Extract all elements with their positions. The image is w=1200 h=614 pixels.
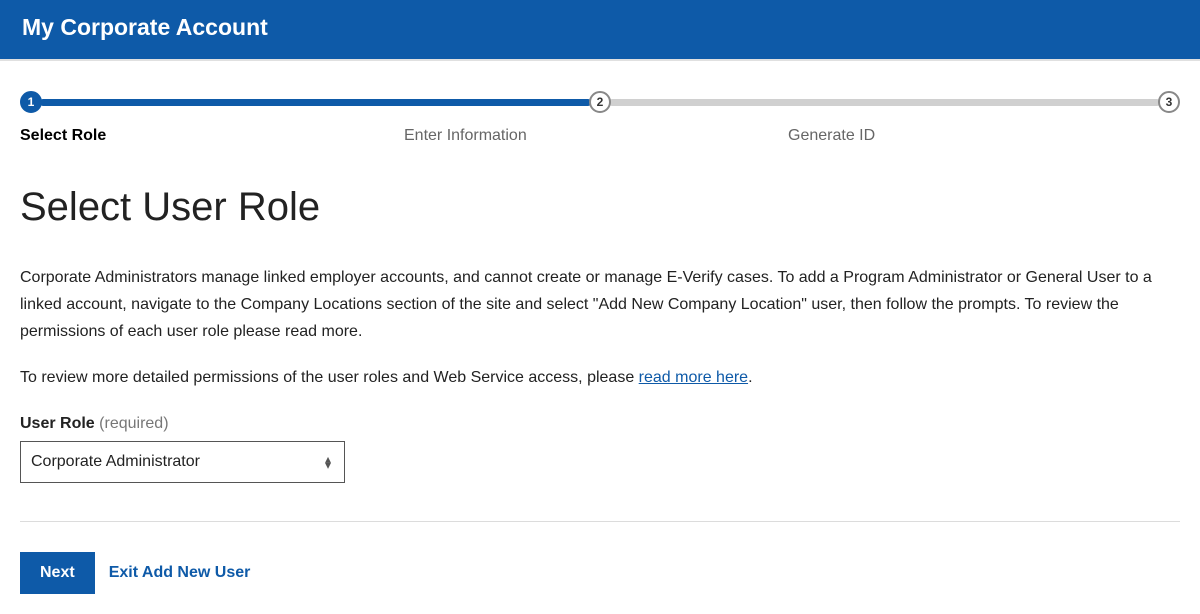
permissions-suffix: . <box>748 369 752 386</box>
main-content: 1 2 3 Select Role Enter Information Gene… <box>0 61 1200 614</box>
step-2-label: Enter Information <box>404 127 788 145</box>
progress-stepper: 1 2 3 <box>20 91 1180 113</box>
page-title: Select User Role <box>20 185 1180 230</box>
action-row: Next Exit Add New User <box>20 552 1180 594</box>
read-more-link[interactable]: read more here <box>639 369 748 386</box>
permissions-paragraph: To review more detailed permissions of t… <box>20 364 1180 391</box>
step-bar-1-2 <box>40 99 591 106</box>
step-2-circle: 2 <box>589 91 611 113</box>
step-1-num: 1 <box>28 95 35 109</box>
stepper-labels: Select Role Enter Information Generate I… <box>20 127 1180 145</box>
permissions-prefix: To review more detailed permissions of t… <box>20 369 639 386</box>
user-role-value: Corporate Administrator <box>31 453 200 471</box>
next-button[interactable]: Next <box>20 552 95 594</box>
exit-link[interactable]: Exit Add New User <box>109 564 251 582</box>
step-bar-2-3 <box>609 99 1160 106</box>
user-role-select[interactable]: Corporate Administrator <box>20 441 345 483</box>
step-3-circle: 3 <box>1158 91 1180 113</box>
user-role-label-text: User Role <box>20 415 95 432</box>
header-title: My Corporate Account <box>22 14 268 40</box>
step-2-num: 2 <box>597 95 604 109</box>
user-role-select-wrap: Corporate Administrator ▴▾ <box>20 441 345 483</box>
step-1-label: Select Role <box>20 127 404 145</box>
step-3-num: 3 <box>1166 95 1173 109</box>
intro-paragraph: Corporate Administrators manage linked e… <box>20 264 1180 346</box>
user-role-label: User Role (required) <box>20 415 1180 433</box>
required-indicator: (required) <box>99 415 168 432</box>
section-divider <box>20 521 1180 522</box>
step-1-circle: 1 <box>20 91 42 113</box>
page-header: My Corporate Account <box>0 0 1200 59</box>
step-3-label: Generate ID <box>788 127 875 145</box>
